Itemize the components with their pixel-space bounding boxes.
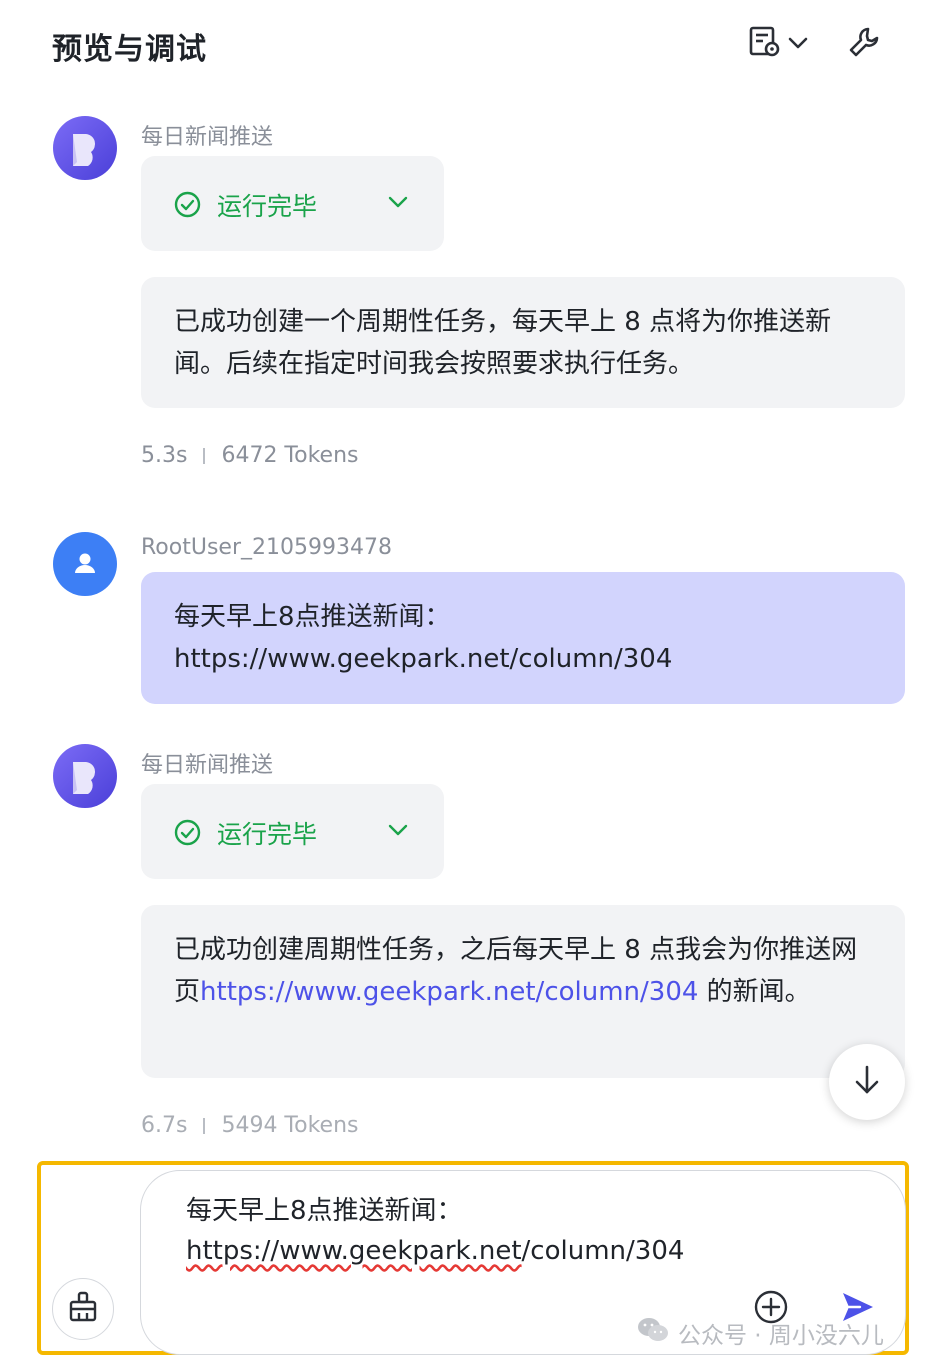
page-title: 预览与调试 [52, 32, 207, 67]
scroll-to-bottom-button[interactable] [829, 1044, 905, 1120]
run-status-label: 运行完毕 [217, 820, 318, 849]
reply-tokens: 5494 Tokens [221, 1113, 359, 1138]
reply-link[interactable]: https://www.geekpark.net/column/304 [200, 977, 698, 1007]
bot-logo-icon [73, 134, 96, 166]
input-line: https://www.geekpark.net/column/304 [186, 1231, 806, 1271]
user-message-line: 每天早上8点推送新闻： [174, 602, 451, 632]
watermark-text: 公众号 · 周小没六儿 [678, 1323, 884, 1349]
reply-meta: 5.3s 6472 Tokens [141, 443, 359, 468]
chevron-down-icon [788, 35, 808, 54]
chevron-down-icon [387, 194, 409, 213]
check-circle-icon [174, 819, 201, 850]
user-message: 每天早上8点推送新闻： https://www.geekpark.net/col… [141, 572, 905, 704]
spellcheck-text: https://www.geekpark.net [186, 1236, 522, 1266]
settings-doc-icon [748, 25, 782, 63]
check-circle-icon [174, 191, 201, 222]
run-status-card[interactable]: 运行完毕 [141, 156, 444, 251]
reply-time: 5.3s [141, 443, 188, 468]
header: 预览与调试 [0, 0, 950, 90]
bot-reply-text: 的新闻。 [698, 977, 811, 1007]
debug-settings-button[interactable] [745, 24, 811, 64]
sender-name: 每日新闻推送 [141, 753, 274, 778]
user-avatar [53, 532, 117, 596]
tools-button[interactable] [844, 24, 884, 64]
sender-name: 每日新闻推送 [141, 125, 274, 150]
bot-logo-icon [73, 762, 96, 794]
run-status-card[interactable]: 运行完毕 [141, 784, 444, 879]
user-message-line: https://www.geekpark.net/column/304 [174, 644, 673, 674]
chat-input[interactable]: 每天早上8点推送新闻： https://www.geekpark.net/col… [186, 1191, 806, 1271]
clear-history-button[interactable] [52, 1278, 114, 1340]
bot-avatar [53, 116, 117, 180]
bot-reply: 已成功创建一个周期性任务，每天早上 8 点将为你推送新闻。后续在指定时间我会按照… [141, 277, 905, 408]
run-status-label: 运行完毕 [217, 192, 318, 221]
wechat-icon [636, 1316, 670, 1350]
bot-reply: 已成功创建周期性任务，之后每天早上 8 点我会为你推送网页https://www… [141, 905, 905, 1078]
input-line: 每天早上8点推送新闻： [186, 1196, 463, 1226]
chevron-down-icon [387, 822, 409, 841]
sender-name: RootUser_2105993478 [141, 535, 392, 560]
meta-divider [203, 1117, 206, 1134]
bot-reply-text: 已成功创建一个周期性任务，每天早上 8 点将为你推送新闻。后续在指定时间我会按照… [174, 307, 832, 379]
arrow-down-icon [852, 1063, 882, 1101]
input-line-rest: /column/304 [521, 1236, 685, 1266]
reply-tokens: 6472 Tokens [221, 443, 359, 468]
wrench-icon [847, 25, 881, 63]
reply-time: 6.7s [141, 1113, 188, 1138]
bot-avatar [53, 744, 117, 808]
meta-divider [203, 447, 206, 464]
watermark: 公众号 · 周小没六儿 [636, 1316, 884, 1350]
reply-meta: 6.7s 5494 Tokens [141, 1113, 359, 1138]
broom-icon [66, 1290, 100, 1328]
user-icon [75, 553, 95, 573]
